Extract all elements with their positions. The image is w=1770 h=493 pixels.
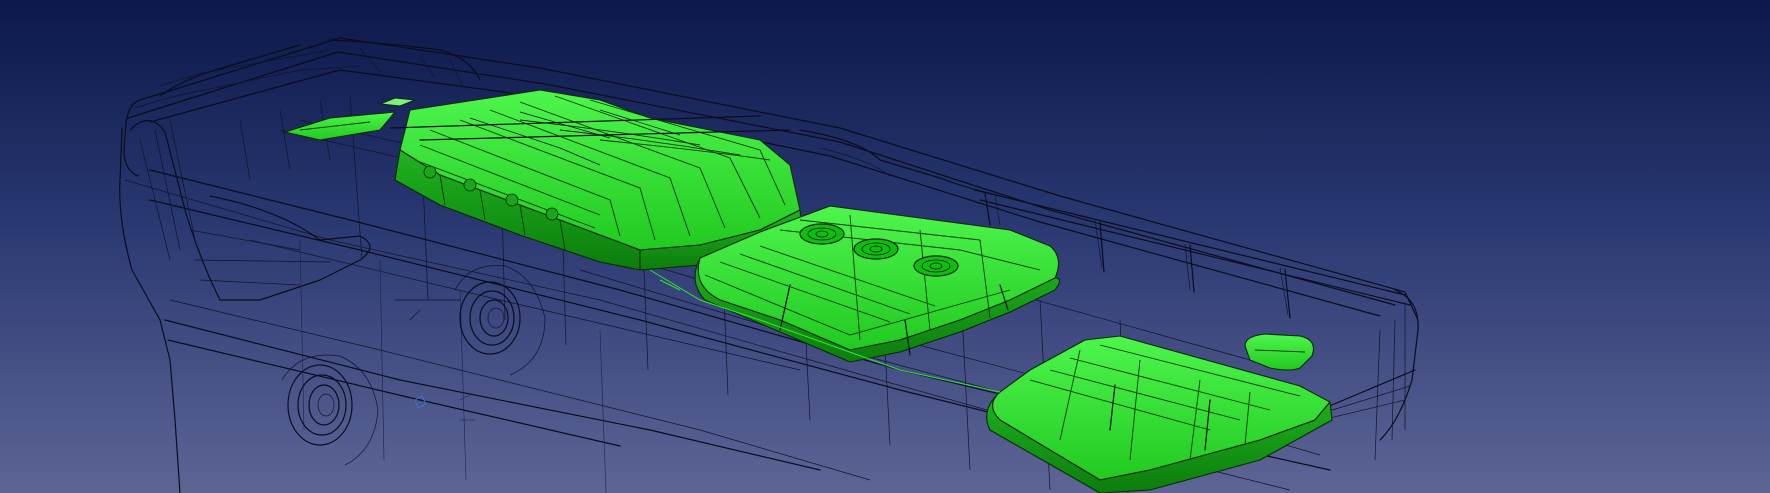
ac-fan-3: [913, 255, 959, 277]
3d-viewport[interactable]: [0, 0, 1770, 493]
roof-small-cover-front[interactable]: [284, 97, 416, 141]
ac-fan-2: [853, 238, 899, 260]
ac-fan-1: [799, 223, 845, 245]
roof-small-cover-rear[interactable]: [1244, 333, 1315, 371]
bus-model[interactable]: [0, 0, 1770, 493]
front-wheel: [454, 265, 546, 376]
rear-wheel: [281, 354, 379, 466]
